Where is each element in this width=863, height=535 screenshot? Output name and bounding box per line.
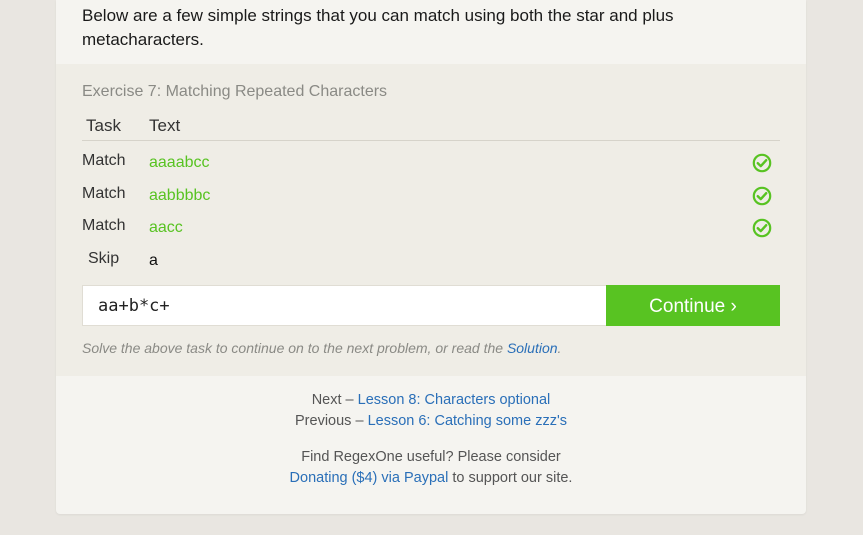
donate-suffix: to support our site. <box>448 470 573 486</box>
continue-button[interactable]: Continue › <box>606 285 780 326</box>
useful-text: Find RegexOne useful? Please consider <box>301 449 561 465</box>
table-row: Match aabbbbc <box>56 185 806 213</box>
donate-link[interactable]: Donating ($4) via Paypal <box>290 470 449 486</box>
table-row: Match aaaabcc <box>56 152 806 180</box>
table-row: Skip a <box>56 250 806 278</box>
task-text: aabbbbc <box>149 187 211 204</box>
task-text: aacc <box>149 219 183 236</box>
intro-text: Below are a few simple strings that you … <box>82 6 674 49</box>
task-label: Match <box>82 152 126 169</box>
check-icon <box>752 153 772 173</box>
previous-prefix: Previous – <box>295 413 368 429</box>
table-row: Match aacc <box>56 217 806 245</box>
task-label: Match <box>82 185 126 202</box>
exercise-panel: Exercise 7: Matching Repeated Characters… <box>56 64 806 376</box>
previous-lesson-link[interactable]: Lesson 6: Catching some zzz's <box>368 413 567 429</box>
lesson-footer: Next – Lesson 8: Characters optional Pre… <box>56 390 806 489</box>
hint-suffix: . <box>557 340 562 356</box>
header-divider <box>82 140 780 141</box>
task-text: aaaabcc <box>149 154 210 171</box>
next-prefix: Next – <box>311 392 358 408</box>
lesson-card: Below are a few simple strings that you … <box>56 0 806 514</box>
hint-prefix: Solve the above task to continue on to t… <box>82 340 507 356</box>
task-column-header: Task <box>86 116 121 135</box>
next-lesson-line: Next – Lesson 8: Characters optional <box>56 390 806 411</box>
regex-input-group: Continue › <box>82 285 780 326</box>
previous-lesson-line: Previous – Lesson 6: Catching some zzz's <box>56 411 806 432</box>
task-label: Match <box>82 217 126 234</box>
hint-text: Solve the above task to continue on to t… <box>82 340 561 356</box>
check-icon <box>752 218 772 238</box>
task-text: a <box>149 252 158 269</box>
task-label: Skip <box>88 250 120 267</box>
exercise-title: Exercise 7: Matching Repeated Characters <box>82 83 388 100</box>
next-lesson-link[interactable]: Lesson 8: Characters optional <box>358 392 551 408</box>
solution-link[interactable]: Solution <box>507 340 558 356</box>
check-icon <box>752 186 772 206</box>
donate-line: Donating ($4) via Paypal to support our … <box>56 468 806 489</box>
text-column-header: Text <box>149 116 181 135</box>
regex-input[interactable] <box>83 286 605 325</box>
